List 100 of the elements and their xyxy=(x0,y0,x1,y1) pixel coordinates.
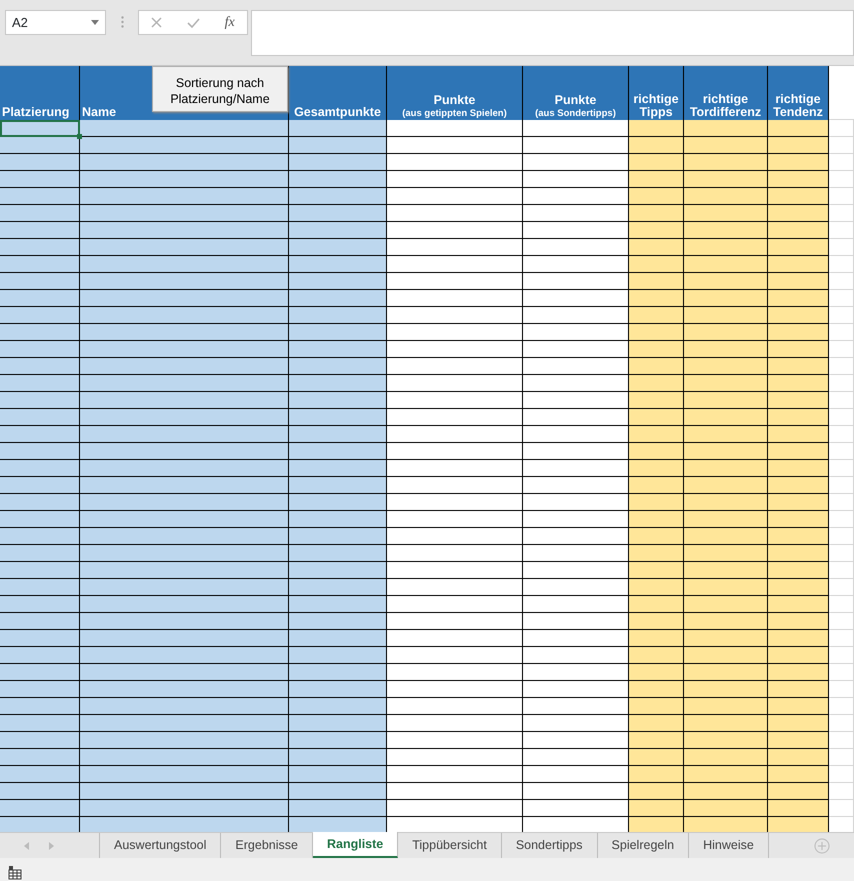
table-cell[interactable] xyxy=(684,528,768,545)
table-cell[interactable] xyxy=(523,766,629,783)
table-cell[interactable] xyxy=(629,120,684,137)
table-cell[interactable] xyxy=(523,732,629,749)
table-cell[interactable] xyxy=(387,698,523,715)
table-cell[interactable] xyxy=(289,120,387,137)
table-cell[interactable] xyxy=(289,732,387,749)
table-cell[interactable] xyxy=(289,290,387,307)
table-cell[interactable] xyxy=(387,630,523,647)
table-cell[interactable] xyxy=(684,443,768,460)
table-cell[interactable] xyxy=(768,239,829,256)
table-cell[interactable] xyxy=(289,511,387,528)
table-cell[interactable] xyxy=(684,579,768,596)
table-cell[interactable] xyxy=(80,579,289,596)
table-cell[interactable] xyxy=(523,205,629,222)
table-cell[interactable] xyxy=(289,494,387,511)
table-cell[interactable] xyxy=(0,154,80,171)
table-cell[interactable] xyxy=(387,222,523,239)
table-cell[interactable] xyxy=(289,426,387,443)
table-cell[interactable] xyxy=(523,392,629,409)
table-cell[interactable] xyxy=(523,579,629,596)
table-cell[interactable] xyxy=(80,698,289,715)
table-cell[interactable] xyxy=(523,409,629,426)
table-cell[interactable] xyxy=(684,137,768,154)
table-cell[interactable] xyxy=(80,647,289,664)
table-cell[interactable] xyxy=(523,630,629,647)
table-cell[interactable] xyxy=(387,375,523,392)
table-cell[interactable] xyxy=(684,307,768,324)
table-cell[interactable] xyxy=(684,205,768,222)
table-cell[interactable] xyxy=(523,375,629,392)
table-cell[interactable] xyxy=(768,120,829,137)
table-cell[interactable] xyxy=(629,800,684,817)
table-cell[interactable] xyxy=(80,596,289,613)
table-cell[interactable] xyxy=(629,307,684,324)
table-cell[interactable] xyxy=(768,154,829,171)
table-cell[interactable] xyxy=(0,732,80,749)
table-cell[interactable] xyxy=(80,681,289,698)
table-cell[interactable] xyxy=(289,324,387,341)
table-cell[interactable] xyxy=(768,375,829,392)
table-cell[interactable] xyxy=(80,664,289,681)
table-cell[interactable] xyxy=(768,681,829,698)
table-cell[interactable] xyxy=(80,613,289,630)
table-cell[interactable] xyxy=(0,766,80,783)
table-cell[interactable] xyxy=(629,715,684,732)
table-cell[interactable] xyxy=(387,324,523,341)
table-cell[interactable] xyxy=(80,426,289,443)
table-cell[interactable] xyxy=(629,562,684,579)
table-cell[interactable] xyxy=(629,698,684,715)
table-cell[interactable] xyxy=(0,715,80,732)
table-cell[interactable] xyxy=(289,239,387,256)
table-cell[interactable] xyxy=(523,698,629,715)
table-cell[interactable] xyxy=(387,800,523,817)
table-cell[interactable] xyxy=(0,222,80,239)
table-cell[interactable] xyxy=(387,120,523,137)
table-cell[interactable] xyxy=(289,562,387,579)
table-cell[interactable] xyxy=(289,188,387,205)
table-cell[interactable] xyxy=(768,392,829,409)
table-cell[interactable] xyxy=(289,664,387,681)
table-cell[interactable] xyxy=(387,732,523,749)
table-cell[interactable] xyxy=(684,341,768,358)
table-cell[interactable] xyxy=(0,375,80,392)
table-cell[interactable] xyxy=(684,613,768,630)
table-cell[interactable] xyxy=(523,324,629,341)
table-cell[interactable] xyxy=(0,239,80,256)
table-cell[interactable] xyxy=(289,222,387,239)
table-cell[interactable] xyxy=(387,341,523,358)
table-cell[interactable] xyxy=(0,647,80,664)
table-cell[interactable] xyxy=(684,647,768,664)
table-cell[interactable] xyxy=(684,749,768,766)
table-cell[interactable] xyxy=(80,154,289,171)
table-cell[interactable] xyxy=(289,800,387,817)
table-cell[interactable] xyxy=(387,443,523,460)
table-cell[interactable] xyxy=(768,783,829,800)
table-cell[interactable] xyxy=(80,511,289,528)
table-cell[interactable] xyxy=(629,171,684,188)
table-cell[interactable] xyxy=(768,596,829,613)
table-cell[interactable] xyxy=(0,528,80,545)
table-cell[interactable] xyxy=(768,171,829,188)
table-cell[interactable] xyxy=(289,256,387,273)
table-cell[interactable] xyxy=(768,715,829,732)
table-cell[interactable] xyxy=(629,154,684,171)
table-cell[interactable] xyxy=(523,613,629,630)
table-cell[interactable] xyxy=(629,783,684,800)
table-cell[interactable] xyxy=(387,188,523,205)
table-cell[interactable] xyxy=(387,783,523,800)
table-cell[interactable] xyxy=(768,545,829,562)
table-cell[interactable] xyxy=(289,409,387,426)
table-cell[interactable] xyxy=(289,630,387,647)
table-cell[interactable] xyxy=(387,171,523,188)
table-cell[interactable] xyxy=(629,681,684,698)
table-cell[interactable] xyxy=(684,596,768,613)
table-cell[interactable] xyxy=(387,358,523,375)
table-cell[interactable] xyxy=(629,290,684,307)
table-cell[interactable] xyxy=(0,545,80,562)
table-cell[interactable] xyxy=(684,783,768,800)
table-cell[interactable] xyxy=(684,511,768,528)
table-cell[interactable] xyxy=(289,460,387,477)
table-cell[interactable] xyxy=(387,715,523,732)
table-cell[interactable] xyxy=(0,307,80,324)
table-cell[interactable] xyxy=(80,409,289,426)
